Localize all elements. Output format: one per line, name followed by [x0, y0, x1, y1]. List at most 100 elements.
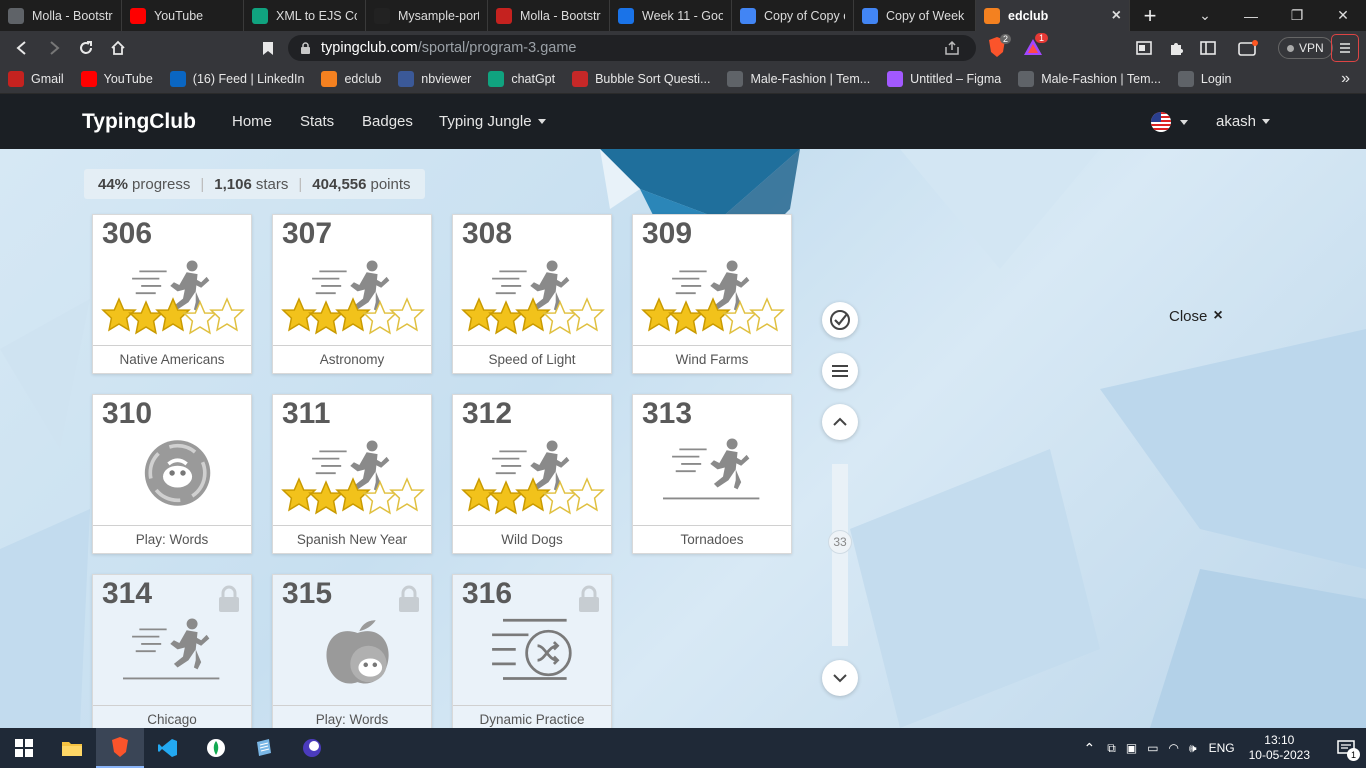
bookmark-label: Male-Fashion | Tem...: [1041, 72, 1161, 86]
star-filled-icon: [281, 297, 317, 332]
mongodb-compass-icon[interactable]: [192, 728, 240, 768]
extensions-icon[interactable]: [1160, 32, 1192, 64]
lesson-card[interactable]: 307 Astronomy: [272, 214, 432, 374]
file-explorer-icon[interactable]: [48, 728, 96, 768]
nav-badges[interactable]: Badges: [362, 113, 413, 130]
language-indicator[interactable]: ENG: [1209, 741, 1235, 755]
bookmark-item[interactable]: chatGpt: [488, 71, 555, 87]
clock[interactable]: 13:10 10-05-2023: [1249, 733, 1310, 763]
new-tab-button[interactable]: +: [1130, 0, 1170, 31]
browser-tab[interactable]: YouTube: [122, 0, 244, 31]
lesson-number: 315: [282, 577, 333, 610]
tab-search-icon[interactable]: ⌄: [1182, 0, 1228, 31]
wallet-icon[interactable]: [1232, 32, 1264, 64]
browser-tab[interactable]: Molla - Bootstra: [0, 0, 122, 31]
camera-icon[interactable]: ⧉: [1107, 741, 1116, 756]
bookmark-item[interactable]: Bubble Sort Questi...: [572, 71, 710, 87]
back-icon[interactable]: [6, 32, 38, 64]
lesson-card[interactable]: 306 Native Americans: [92, 214, 252, 374]
menu-icon[interactable]: [822, 353, 858, 389]
lesson-card[interactable]: 312 Wild Dogs: [452, 394, 612, 554]
sidebar-toggle-icon[interactable]: [1128, 32, 1160, 64]
user-menu[interactable]: akash: [1216, 113, 1271, 130]
nav-home[interactable]: Home: [232, 113, 272, 130]
nav-typing-jungle[interactable]: Typing Jungle: [439, 113, 546, 130]
lesson-card[interactable]: 313 Tornadoes: [632, 394, 792, 554]
typingclub-logo[interactable]: TypingClub: [82, 110, 196, 134]
brave-rewards-icon[interactable]: 1: [1022, 33, 1049, 60]
close-button[interactable]: Close ×: [1169, 307, 1223, 325]
notifications-icon[interactable]: 1: [1326, 728, 1366, 768]
bookmarks-overflow-icon[interactable]: »: [1341, 70, 1350, 88]
star-empty-icon: [542, 300, 578, 335]
brave-taskbar-icon[interactable]: [96, 728, 144, 768]
share-icon[interactable]: [944, 40, 960, 60]
bookmark-item[interactable]: edclub: [321, 71, 381, 87]
browser-toolbar: typingclub.com/sportal/program-3.game 2 …: [0, 31, 1366, 65]
bookmark-item[interactable]: Gmail: [8, 71, 64, 87]
lesson-card[interactable]: 311 Spanish New Year: [272, 394, 432, 554]
star-filled-icon: [155, 297, 191, 332]
volume-icon[interactable]: 🕪: [1189, 741, 1197, 756]
lock-icon: [579, 585, 599, 612]
lesson-card[interactable]: 314 Chicago: [92, 574, 252, 728]
browser-tab[interactable]: XML to EJS Con: [244, 0, 366, 31]
lesson-card[interactable]: 310 Play: Words: [92, 394, 252, 554]
browser-tab[interactable]: Mysample-portf: [366, 0, 488, 31]
alert-badge: 1: [1035, 33, 1049, 43]
bookmark-item[interactable]: (16) Feed | LinkedIn: [169, 71, 305, 87]
scroll-down-icon[interactable]: [822, 660, 858, 696]
home-icon[interactable]: [102, 32, 134, 64]
address-bar[interactable]: typingclub.com/sportal/program-3.game: [288, 35, 976, 61]
browser-menu-icon[interactable]: [1331, 34, 1359, 62]
star-rating: [101, 297, 245, 335]
bookmark-item[interactable]: nbviewer: [398, 71, 471, 87]
lesson-card[interactable]: 309 Wind Farms: [632, 214, 792, 374]
points-label: points: [370, 175, 411, 193]
bookmark-item[interactable]: Male-Fashion | Tem...: [1018, 71, 1161, 87]
reload-icon[interactable]: [70, 32, 102, 64]
bookmark-item[interactable]: Untitled – Figma: [887, 71, 1001, 87]
clock-date: 10-05-2023: [1248, 748, 1310, 762]
browser-tab-title: XML to EJS Con: [276, 8, 357, 23]
language-selector[interactable]: [1150, 111, 1188, 133]
vpn-button[interactable]: VPN: [1278, 37, 1333, 59]
wifi-icon[interactable]: ◠: [1169, 741, 1179, 755]
lesson-number: 314: [102, 577, 153, 610]
forward-icon[interactable]: [38, 32, 70, 64]
lesson-card[interactable]: 308 Speed of Light: [452, 214, 612, 374]
scroll-position-indicator[interactable]: 33: [828, 530, 852, 554]
window-close-icon[interactable]: ✕: [1320, 0, 1366, 31]
bookmark-item[interactable]: Male-Fashion | Tem...: [727, 71, 870, 87]
minimize-icon[interactable]: —: [1228, 0, 1274, 31]
bookmark-item[interactable]: Login: [1177, 71, 1232, 87]
bookmark-label: (16) Feed | LinkedIn: [192, 72, 305, 86]
lesson-scrollbar[interactable]: [832, 464, 848, 646]
docs-icon: [740, 7, 756, 24]
bookmark-icon[interactable]: [252, 32, 284, 64]
nav-stats[interactable]: Stats: [300, 113, 334, 130]
browser-tab[interactable]: Copy of Copy of: [732, 0, 854, 31]
battery-icon[interactable]: ▭: [1147, 741, 1158, 755]
maximize-icon[interactable]: ❐: [1274, 0, 1320, 31]
chevron-up-icon[interactable]: ⌃: [1084, 740, 1096, 757]
scroll-up-icon[interactable]: [822, 404, 858, 440]
lesson-card[interactable]: 315 Play: Words: [272, 574, 432, 728]
app-circle-icon[interactable]: [288, 728, 336, 768]
vscode-icon[interactable]: [144, 728, 192, 768]
browser-tab[interactable]: Copy of Week 1: [854, 0, 976, 31]
bookmark-item[interactable]: YouTube: [80, 71, 153, 87]
notepad-icon[interactable]: [240, 728, 288, 768]
browser-tab[interactable]: Molla - Bootstra: [488, 0, 610, 31]
lesson-title: Speed of Light: [453, 345, 611, 373]
reading-list-icon[interactable]: [1192, 32, 1224, 64]
browser-tab[interactable]: Week 11 - Goog: [610, 0, 732, 31]
check-icon[interactable]: [822, 302, 858, 338]
brave-shields-icon[interactable]: 2: [986, 34, 1012, 60]
windows-start-icon[interactable]: [0, 728, 48, 768]
browser-tab[interactable]: edclub ×: [976, 0, 1130, 31]
close-tab-icon[interactable]: ×: [1104, 7, 1121, 25]
github-icon: [374, 7, 390, 24]
lesson-card[interactable]: 316 Dynamic Practice: [452, 574, 612, 728]
display-icon[interactable]: ▣: [1126, 741, 1137, 755]
